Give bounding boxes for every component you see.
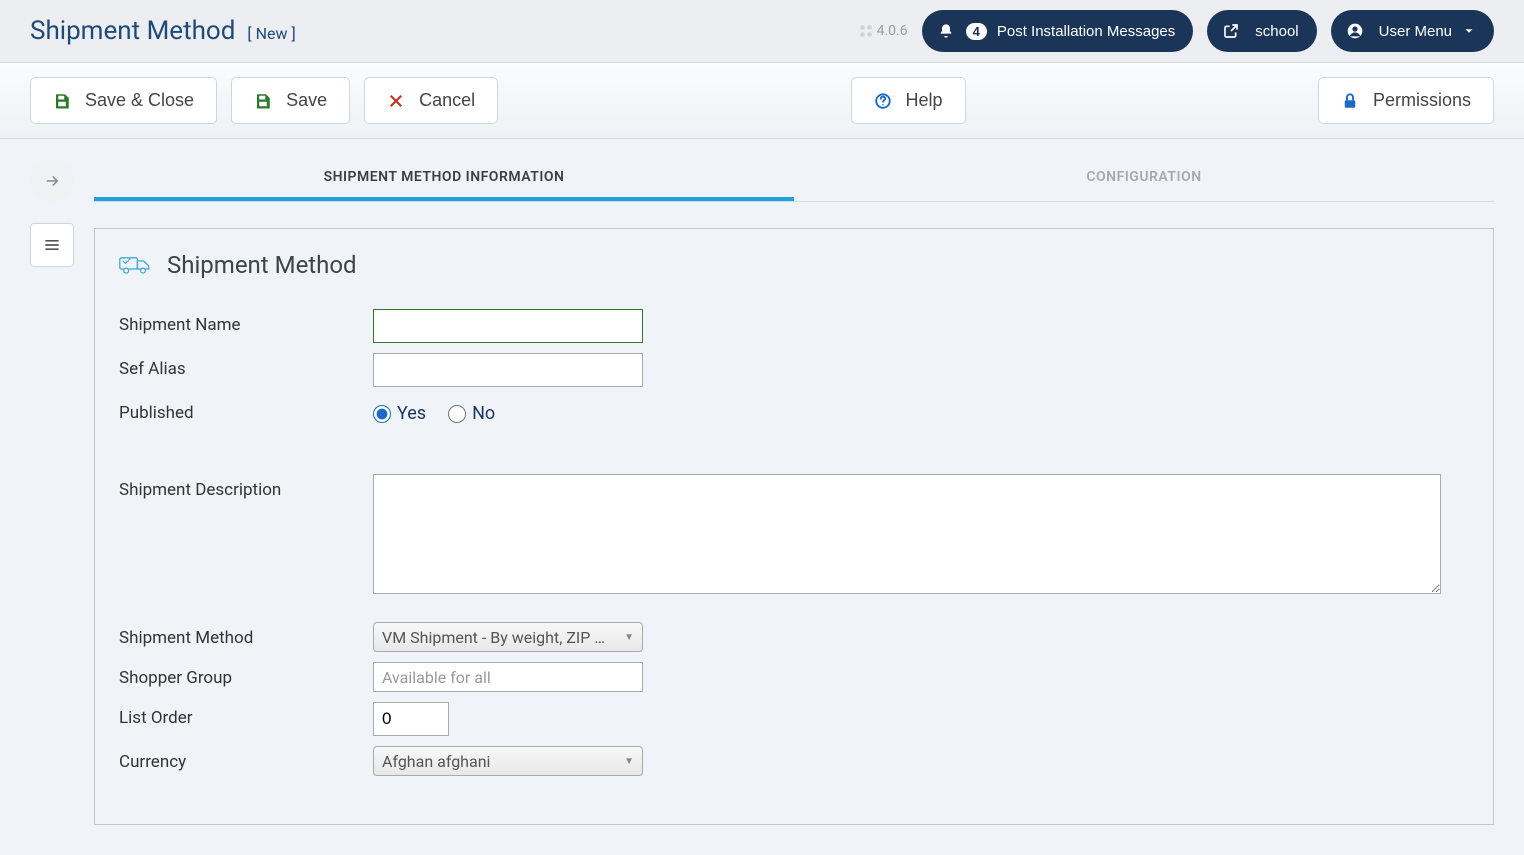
header-left: Shipment Method [ New ]	[30, 16, 296, 46]
list-order-input[interactable]	[373, 702, 449, 736]
published-yes-radio[interactable]	[373, 405, 391, 423]
bell-icon	[932, 17, 960, 45]
shipment-name-input[interactable]	[373, 309, 643, 343]
permissions-label: Permissions	[1373, 90, 1471, 111]
label-shipment-name: Shipment Name	[119, 309, 373, 335]
site-name: school	[1255, 23, 1298, 40]
close-icon	[387, 92, 405, 110]
currency-value: Afghan afghani	[382, 752, 490, 771]
label-sef-alias: Sef Alias	[119, 353, 373, 379]
user-icon	[1341, 17, 1369, 45]
label-shopper-group: Shopper Group	[119, 662, 373, 688]
caret-down-icon: ▼	[624, 756, 634, 767]
description-textarea[interactable]	[373, 474, 1441, 594]
sef-alias-input[interactable]	[373, 353, 643, 387]
side-column	[30, 159, 74, 825]
save-close-button[interactable]: Save & Close	[30, 77, 217, 124]
version-text: 4.0.6	[859, 23, 908, 39]
caret-down-icon: ▼	[624, 632, 634, 643]
label-shipment-method: Shipment Method	[119, 622, 373, 648]
shopper-group-placeholder: Available for all	[382, 668, 491, 687]
content-wrap: Shipment Method Information Configuratio…	[0, 139, 1524, 855]
permissions-button[interactable]: Permissions	[1318, 77, 1494, 124]
site-link-button[interactable]: school	[1207, 10, 1316, 52]
version-number: 4.0.6	[877, 23, 908, 39]
form-panel: Shipment Method Shipment Name Sef Alias …	[94, 228, 1494, 825]
tab-configuration[interactable]: Configuration	[794, 159, 1494, 201]
hamburger-icon	[42, 235, 62, 255]
label-currency: Currency	[119, 746, 373, 772]
header-bar: Shipment Method [ New ] 4.0.6 4 Post Ins…	[0, 0, 1524, 63]
post-install-messages-button[interactable]: 4 Post Installation Messages	[922, 10, 1194, 52]
sidebar-expand-button[interactable]	[30, 159, 74, 203]
chevron-down-icon	[1462, 24, 1476, 38]
currency-select[interactable]: Afghan afghani ▼	[373, 746, 643, 776]
cancel-button[interactable]: Cancel	[364, 77, 498, 124]
tab-shipment-info[interactable]: Shipment Method Information	[94, 159, 794, 201]
truck-icon	[119, 253, 151, 277]
toolbar: Save & Close Save Cancel Help Permission…	[0, 63, 1524, 139]
published-yes-label: Yes	[397, 403, 426, 424]
label-list-order: List Order	[119, 702, 373, 728]
arrow-right-icon	[43, 172, 61, 190]
save-label: Save	[286, 90, 327, 111]
save-button[interactable]: Save	[231, 77, 350, 124]
label-published: Published	[119, 397, 373, 423]
lock-icon	[1341, 92, 1359, 110]
post-install-label: Post Installation Messages	[997, 23, 1175, 40]
tabs: Shipment Method Information Configuratio…	[94, 159, 1494, 202]
help-icon	[874, 92, 892, 110]
help-label: Help	[906, 90, 943, 111]
page-subtitle: [ New ]	[247, 24, 295, 43]
save-close-label: Save & Close	[85, 90, 194, 111]
cancel-label: Cancel	[419, 90, 475, 111]
label-description: Shipment Description	[119, 474, 373, 500]
user-menu-button[interactable]: User Menu	[1331, 10, 1494, 52]
help-button[interactable]: Help	[851, 77, 966, 124]
external-link-icon	[1217, 17, 1245, 45]
sidebar-menu-button[interactable]	[30, 223, 74, 267]
page-title: Shipment Method	[30, 16, 235, 46]
panel-title: Shipment Method	[167, 251, 357, 279]
save-icon	[53, 92, 71, 110]
header-right: 4.0.6 4 Post Installation Messages schoo…	[859, 10, 1494, 52]
form: Shipment Name Sef Alias Published Yes	[95, 309, 1493, 776]
panel-header: Shipment Method	[95, 229, 1493, 309]
joomla-icon	[859, 24, 873, 38]
published-no-option[interactable]: No	[448, 403, 495, 424]
published-no-radio[interactable]	[448, 405, 466, 423]
published-yes-option[interactable]: Yes	[373, 403, 426, 424]
shipment-method-select[interactable]: VM Shipment - By weight, ZIP … ▼	[373, 622, 643, 652]
notification-count: 4	[966, 23, 987, 40]
shopper-group-select[interactable]: Available for all	[373, 662, 643, 692]
published-no-label: No	[472, 403, 495, 424]
main-column: Shipment Method Information Configuratio…	[94, 159, 1494, 825]
shipment-method-value: VM Shipment - By weight, ZIP …	[382, 628, 605, 647]
user-menu-label: User Menu	[1379, 23, 1452, 40]
save-icon	[254, 92, 272, 110]
